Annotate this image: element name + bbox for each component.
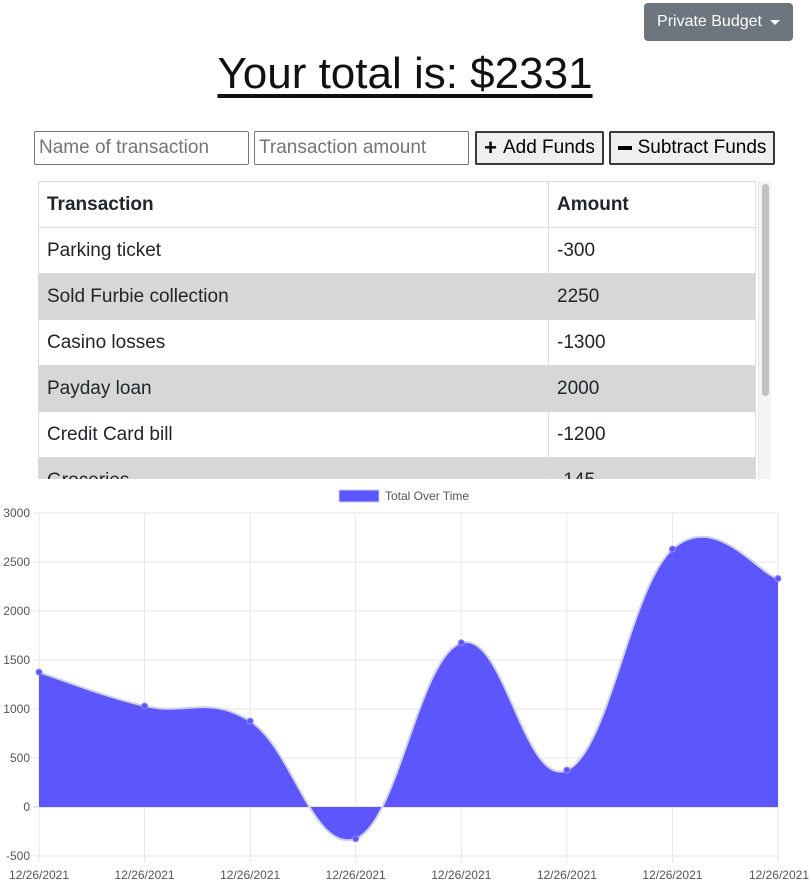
table-scrollbar[interactable]: [758, 181, 771, 479]
x-tick-label: 12/26/2021: [749, 868, 809, 882]
add-funds-button[interactable]: + Add Funds: [475, 131, 604, 165]
data-point: [352, 835, 360, 843]
data-point: [668, 545, 676, 553]
add-funds-label: Add Funds: [502, 137, 595, 158]
table-row: Parking ticket -300: [38, 227, 756, 274]
transaction-amount: -300: [548, 227, 756, 274]
transaction-amount: 2250: [548, 273, 756, 320]
transaction-amount: -1200: [548, 411, 756, 458]
data-point: [774, 575, 782, 583]
total-area-series: [39, 536, 778, 841]
caret-down-icon: [769, 19, 780, 25]
header-amount: Amount: [548, 181, 756, 228]
transaction-amount-input[interactable]: [254, 131, 469, 165]
data-point: [141, 702, 149, 710]
table-header-row: Transaction Amount: [38, 181, 756, 228]
data-point: [563, 766, 571, 774]
data-point: [35, 668, 43, 676]
x-tick-label: 12/26/2021: [326, 868, 386, 882]
y-tick-label: 3000: [3, 506, 30, 520]
table-row: Groceries -145: [38, 457, 756, 479]
private-budget-dropdown[interactable]: Private Budget: [644, 3, 793, 41]
subtract-funds-button[interactable]: Subtract Funds: [609, 131, 775, 165]
table-row: Casino losses -1300: [38, 319, 756, 366]
scrollbar-thumb[interactable]: [762, 184, 769, 396]
x-tick-label: 12/26/2021: [115, 868, 175, 882]
transactions-table-container[interactable]: Transaction Amount Parking ticket -300 S…: [38, 181, 771, 479]
legend-swatch: [338, 489, 380, 503]
transaction-name: Payday loan: [38, 365, 549, 412]
transaction-amount: 2000: [548, 365, 756, 412]
y-tick-label: 500: [10, 751, 30, 765]
y-tick-label: 2500: [3, 555, 30, 569]
total-heading: Your total is: $2331: [217, 49, 593, 98]
y-tick-label: 2000: [3, 604, 30, 618]
y-tick-label: 1500: [3, 653, 30, 667]
transaction-name: Credit Card bill: [38, 411, 549, 458]
y-tick-label: 0: [23, 800, 30, 814]
transaction-amount: -145: [548, 457, 756, 479]
minus-icon: [617, 146, 632, 150]
table-row: Sold Furbie collection 2250: [38, 273, 756, 320]
transaction-amount: -1300: [548, 319, 756, 366]
transaction-name: Casino losses: [38, 319, 549, 366]
subtract-funds-label: Subtract Funds: [637, 137, 767, 158]
x-tick-label: 12/26/2021: [220, 868, 280, 882]
transaction-name: Groceries: [38, 457, 549, 479]
header-transaction: Transaction: [38, 181, 549, 228]
transaction-name: Parking ticket: [38, 227, 549, 274]
legend-label: Total Over Time: [385, 489, 469, 503]
transaction-name-input[interactable]: [34, 131, 249, 165]
table-row: Payday loan 2000: [38, 365, 756, 412]
plus-icon: +: [484, 135, 497, 160]
table-row: Credit Card bill -1200: [38, 411, 756, 458]
y-tick-label: -500: [6, 849, 30, 863]
dropdown-label: Private Budget: [657, 13, 762, 30]
data-point: [457, 639, 465, 647]
transactions-table: Transaction Amount Parking ticket -300 S…: [38, 181, 756, 479]
transaction-name: Sold Furbie collection: [38, 273, 549, 320]
y-tick-label: 1000: [3, 702, 30, 716]
x-tick-label: 12/26/2021: [642, 868, 702, 882]
data-point: [246, 717, 254, 725]
x-tick-label: 12/26/2021: [537, 868, 597, 882]
x-tick-label: 12/26/2021: [9, 868, 69, 882]
x-tick-label: 12/26/2021: [431, 868, 491, 882]
total-over-time-chart: -500 0 500 1000 1500 2000 2500 3000 12/26/2021 1…: [3, 489, 809, 882]
